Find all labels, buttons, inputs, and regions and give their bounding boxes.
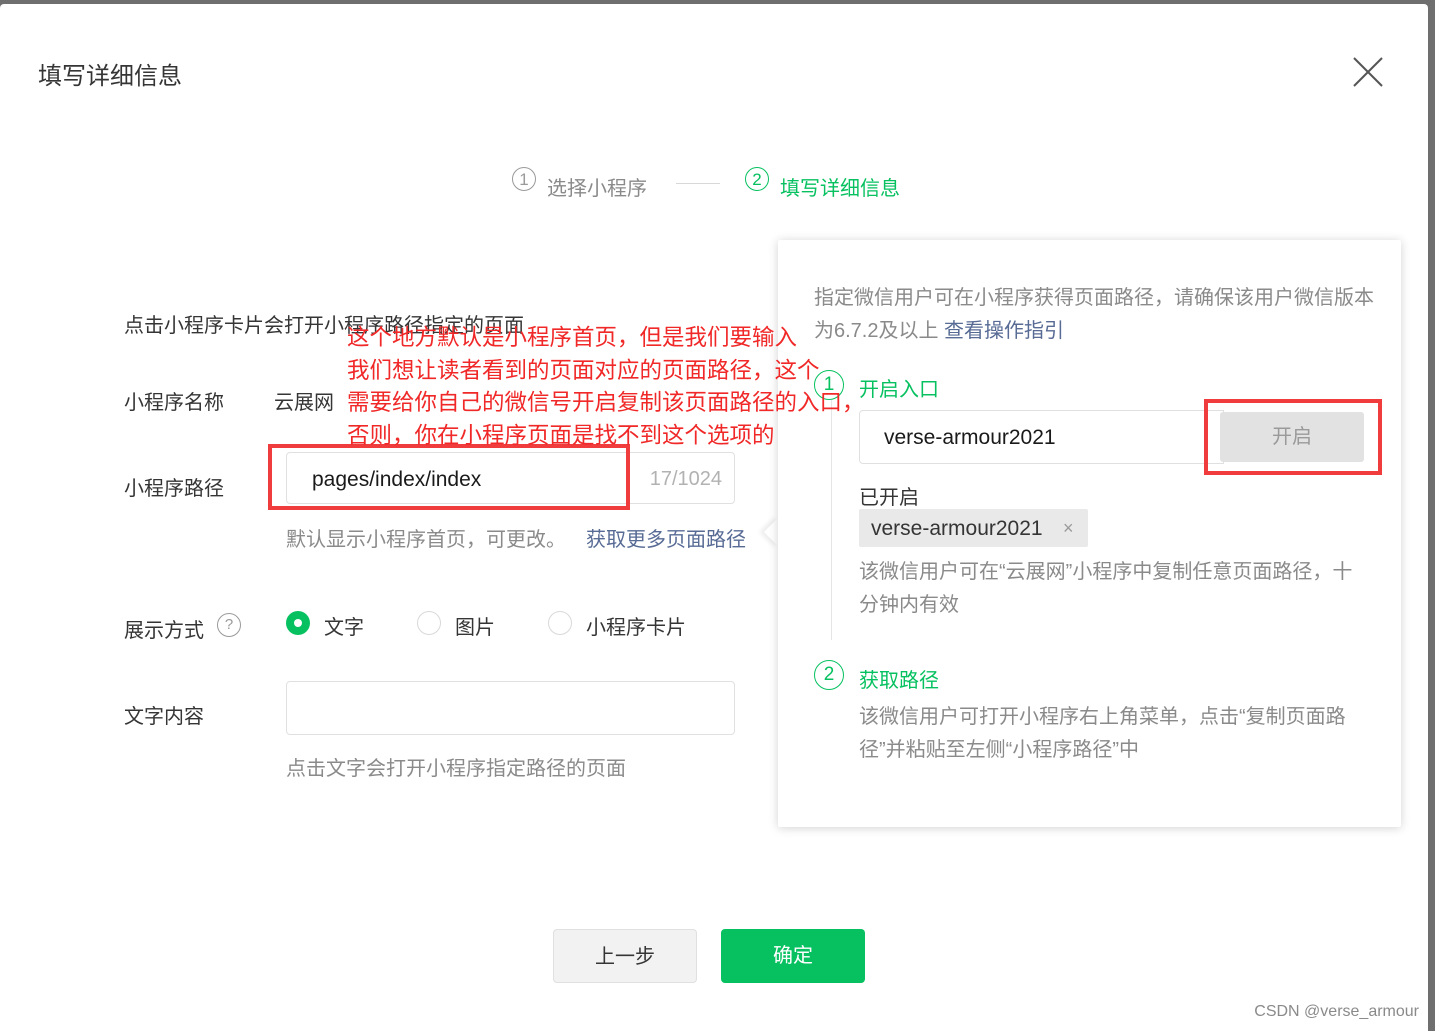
previous-step-button[interactable]: 上一步 xyxy=(553,929,697,983)
step-divider xyxy=(676,183,720,184)
popover-step-2-title: 获取路径 xyxy=(859,670,939,692)
annotation-line: 这个地方默认是小程序首页，但是我们要输入 xyxy=(347,325,798,350)
more-paths-link[interactable]: 获取更多页面路径 xyxy=(586,523,746,552)
miniprogram-path-label: 小程序路径 xyxy=(124,478,224,500)
close-icon[interactable] xyxy=(1350,54,1386,90)
text-content-label: 文字内容 xyxy=(124,706,204,728)
wechat-id-value[interactable]: verse-armour2021 xyxy=(884,426,1056,450)
step-2-label: 填写详细信息 xyxy=(780,178,900,200)
miniprogram-name-label: 小程序名称 xyxy=(124,392,224,414)
confirm-button[interactable]: 确定 xyxy=(721,929,865,983)
help-icon[interactable]: ? xyxy=(217,613,241,637)
annotation-text: 这个地方默认是小程序首页，但是我们要输入 我们想让读者看到的页面对应的页面路径，… xyxy=(347,322,867,452)
annotation-line: 否则，你在小程序页面是找不到这个选项的 xyxy=(347,422,775,448)
display-mode-label: 展示方式 xyxy=(124,620,204,642)
text-content-input[interactable] xyxy=(286,681,735,735)
opened-user-tag-text: verse-armour2021 xyxy=(871,517,1043,540)
opened-label: 已开启 xyxy=(859,487,919,509)
popover-description-text: 指定微信用户可在小程序获得页面路径，请确保该用户微信版本为6.7.2及以上 xyxy=(814,287,1374,342)
text-content-hint: 点击文字会打开小程序指定路径的页面 xyxy=(286,758,626,780)
step-2-number: 2 xyxy=(745,167,769,191)
annotation-line: 需要给你自己的微信号开启复制该页面路径的入口， xyxy=(347,390,865,415)
miniprogram-name-value: 云展网 xyxy=(274,392,334,414)
step-indicator: 1 选择小程序 2 填写详细信息 xyxy=(0,162,1435,202)
popover-step-2-number: 2 xyxy=(814,660,844,690)
popover-step-1-note: 该微信用户可在“云展网”小程序中复制任意页面路径，十分钟内有效 xyxy=(859,561,1353,616)
popover-description: 指定微信用户可在小程序获得页面路径，请确保该用户微信版本为6.7.2及以上 查看… xyxy=(814,282,1374,348)
annotation-box-path xyxy=(268,444,630,510)
tag-remove-icon[interactable]: × xyxy=(1063,518,1074,539)
dialog-title: 填写详细信息 xyxy=(38,63,182,90)
radio-card[interactable] xyxy=(548,611,572,635)
step-1-number: 1 xyxy=(512,167,536,191)
radio-image[interactable] xyxy=(417,611,441,635)
path-hint: 默认显示小程序首页，可更改。 xyxy=(286,529,566,551)
annotation-line: 我们想让读者看到的页面对应的页面路径，这个 xyxy=(347,357,820,383)
step-1-label: 选择小程序 xyxy=(547,178,647,200)
path-char-count: 17/1024 xyxy=(649,468,722,490)
radio-card-label[interactable]: 小程序卡片 xyxy=(586,611,686,640)
annotation-box-open xyxy=(1204,399,1382,475)
watermark: CSDN @verse_armour xyxy=(1254,1003,1419,1020)
close-button[interactable] xyxy=(1350,54,1386,90)
popover-step-2-note: 该微信用户可打开小程序右上角菜单，点击“复制页面路径”并粘贴至左侧“小程序路径”… xyxy=(859,706,1346,761)
opened-user-tag: verse-armour2021 × xyxy=(859,509,1088,547)
radio-text-label[interactable]: 文字 xyxy=(324,611,364,640)
guide-link[interactable]: 查看操作指引 xyxy=(944,320,1064,342)
wechat-id-input[interactable]: verse-armour2021 xyxy=(859,410,1224,464)
popover-step-1-title: 开启入口 xyxy=(859,379,939,401)
radio-text[interactable] xyxy=(286,611,310,635)
radio-image-label[interactable]: 图片 xyxy=(455,611,495,640)
